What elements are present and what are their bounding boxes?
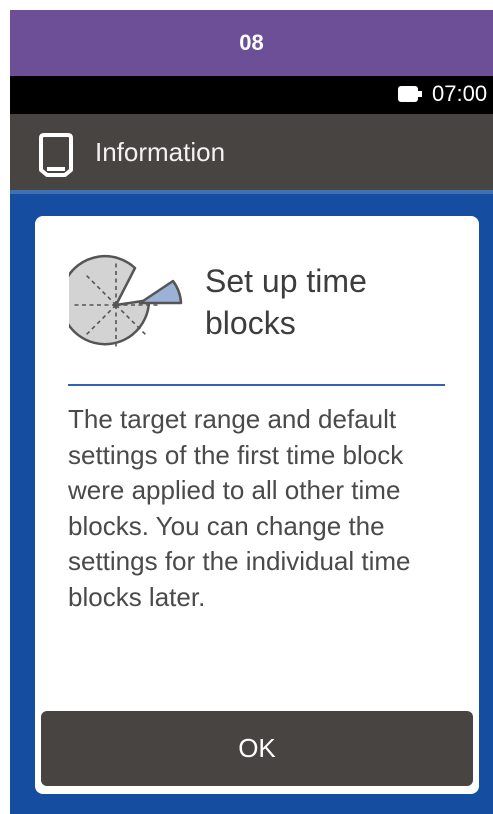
device-icon bbox=[39, 133, 73, 177]
info-dialog: Set up time blocks The target range and … bbox=[35, 216, 479, 794]
ok-button[interactable]: OK bbox=[41, 711, 473, 786]
page-title: Information bbox=[95, 137, 226, 167]
status-bar: 07:00 bbox=[10, 76, 493, 114]
step-number: 08 bbox=[239, 30, 264, 55]
dialog-title: Set up time blocks bbox=[205, 263, 367, 341]
app-screen: 08 07:00 Information Set up time blocks … bbox=[10, 10, 493, 814]
pie-chart-icon bbox=[69, 254, 183, 349]
content-background: Set up time blocks The target range and … bbox=[10, 190, 493, 814]
battery-icon bbox=[398, 86, 422, 102]
screen-header: Information bbox=[10, 114, 493, 190]
step-indicator-bar: 08 bbox=[10, 10, 493, 76]
dialog-divider bbox=[68, 384, 445, 386]
status-time: 07:00 bbox=[432, 81, 488, 106]
dialog-message: The target range and default settings of… bbox=[68, 404, 411, 612]
header-divider bbox=[10, 190, 493, 194]
